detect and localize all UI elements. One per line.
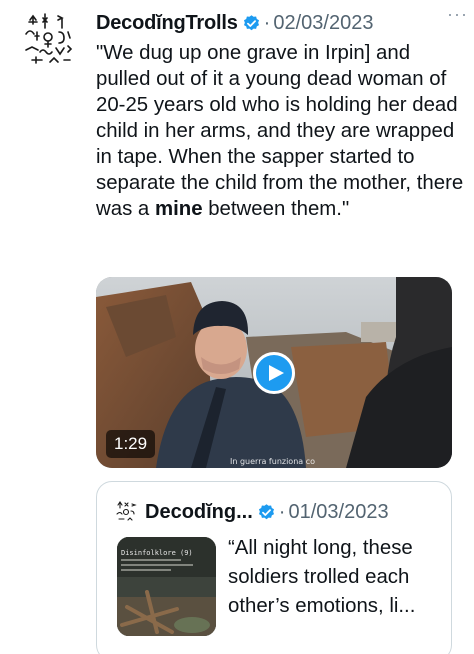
quoted-author-avatar[interactable] [113,499,139,525]
verified-badge-icon [242,14,261,33]
tweet-date[interactable]: 02/03/2023 [273,12,373,35]
quoted-header-separator: · [278,500,286,523]
play-icon [268,365,284,381]
quoted-tweet-header: Decodĭng... · 01/03/2023 [113,498,389,526]
petroglyph-avatar-icon [116,501,137,521]
video-player[interactable]: 1:29 In guerra funziona co [96,277,452,468]
petroglyph-avatar-icon [25,13,73,64]
more-options-icon[interactable]: ··· [447,4,468,25]
quoted-tweet-thumbnail[interactable]: Disinfolklore (9) [117,537,216,636]
quoted-tweet[interactable]: Decodĭng... · 01/03/2023 Disinfolklore (… [96,481,452,654]
tweet-header: DecodĭngTrolls · 02/03/2023 [96,10,456,36]
tweet[interactable]: DecodĭngTrolls · 02/03/2023 ··· "We dug … [0,0,474,654]
tweet-text-part-1: "We dug up one grave in Irpin] and pulle… [96,42,464,220]
author-avatar[interactable] [18,10,80,72]
quoted-thumbnail-title: Disinfolklore (9) [121,549,193,557]
tweet-text: "We dug up one grave in Irpin] and pulle… [96,40,468,222]
header-separator: · [263,11,271,34]
verified-badge-icon [257,503,276,522]
tweet-text-bold: mine [154,198,203,220]
quoted-tweet-text: “All night long, these soldiers trolled … [228,537,416,617]
tweet-text-part-2: between them." [202,198,350,220]
author-display-name[interactable]: DecodĭngTrolls [96,12,238,35]
quoted-author-display-name[interactable]: Decodĭng... [145,501,253,524]
video-duration: 1:29 [106,430,156,458]
quoted-tweet-date[interactable]: 01/03/2023 [288,501,388,524]
play-button[interactable] [253,352,295,394]
video-watermark: In guerra funziona co [230,457,316,466]
